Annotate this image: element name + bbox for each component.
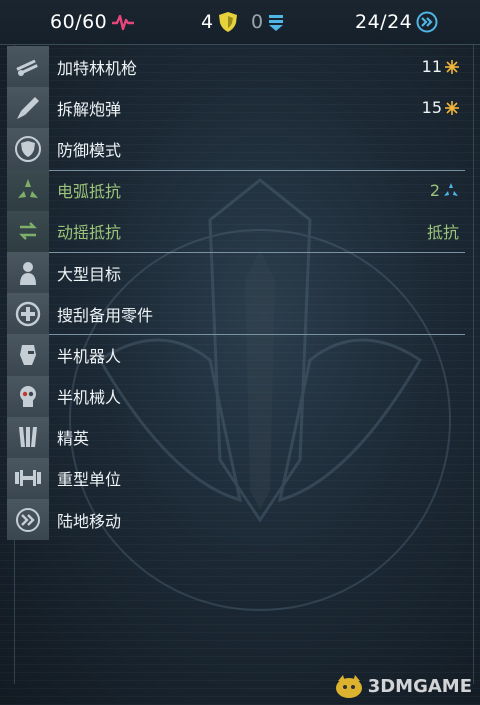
arc-triangle-icon xyxy=(444,183,458,197)
movement-chevron-icon xyxy=(416,11,438,33)
trait-label: 大型目标 xyxy=(57,264,122,284)
watermark-logo-icon xyxy=(335,675,362,698)
trait-row-cyborg[interactable]: 半机器人 xyxy=(7,334,465,376)
health-stat: 60/60 xyxy=(50,9,135,35)
trait-row-elite[interactable]: 精英 xyxy=(7,416,465,458)
shake-resist-icon xyxy=(7,210,49,252)
energy-value: 0 xyxy=(251,11,264,33)
large-target-icon xyxy=(7,251,49,294)
trait-label: 精英 xyxy=(57,429,90,449)
armor-value: 4 xyxy=(201,11,214,33)
trait-value: 抵抗 xyxy=(426,223,459,243)
trait-label: 陆地移动 xyxy=(57,511,122,531)
trait-row-defense-mode[interactable]: 防御模式 xyxy=(7,128,465,170)
cyborg-head-icon xyxy=(7,334,49,376)
trait-row-cyborg-mech[interactable]: 半机械人 xyxy=(7,375,465,417)
defense-shield-icon xyxy=(7,128,49,170)
trait-row-shake-resist[interactable]: 动摇抵抗 抵抗 xyxy=(7,210,465,252)
trait-label: 半机械人 xyxy=(57,388,122,408)
trait-label: 电弧抵抗 xyxy=(57,182,122,202)
energy-bars-icon xyxy=(268,15,283,31)
unit-stats-bar: 60/60 4 0 24/24 xyxy=(0,0,480,45)
trait-value: 11 xyxy=(422,57,459,76)
trait-label: 加特林机枪 xyxy=(57,58,138,78)
movement-stat: 24/24 xyxy=(355,9,438,35)
energy-stat: 0 xyxy=(251,9,284,35)
armor-stat: 4 xyxy=(201,9,238,35)
repair-plus-icon xyxy=(7,293,49,335)
watermark-text: 3DMGAME xyxy=(367,675,472,697)
trait-label: 半机器人 xyxy=(57,346,122,366)
site-watermark: 3DMGAME xyxy=(334,673,472,699)
trait-label: 防御模式 xyxy=(57,140,122,160)
trait-row-scavenge-parts[interactable]: 搜刮备用零件 xyxy=(7,293,465,335)
rocket-shell-icon xyxy=(7,87,49,129)
trait-label: 重型单位 xyxy=(57,470,122,490)
mech-head-icon xyxy=(7,375,49,417)
shield-icon xyxy=(218,12,237,32)
trait-row-land-movement[interactable]: 陆地移动 xyxy=(7,499,465,541)
movement-value: 24/24 xyxy=(355,11,413,33)
land-move-chevron-icon xyxy=(7,499,49,541)
trait-label: 动摇抵抗 xyxy=(57,223,122,243)
trait-value: 2 xyxy=(430,181,459,200)
elite-stripes-icon xyxy=(7,416,49,458)
arc-resist-icon xyxy=(7,169,49,211)
trait-row-large-target[interactable]: 大型目标 xyxy=(7,251,465,294)
trait-row-shells[interactable]: 拆解炮弹 15 xyxy=(7,87,465,129)
heartbeat-icon xyxy=(112,14,135,31)
trait-label: 拆解炮弹 xyxy=(57,99,122,119)
trait-list: 加特林机枪 11 拆解炮弹 15 防御模式 电弧抵抗 2 动摇抵抗 抵抗 大型目… xyxy=(7,46,465,541)
trait-row-heavy-unit[interactable]: 重型单位 xyxy=(7,457,465,500)
trait-value: 15 xyxy=(422,98,459,117)
sun-star-icon xyxy=(445,100,459,115)
trait-row-arc-resist[interactable]: 电弧抵抗 2 xyxy=(7,169,465,211)
trait-row-gatling[interactable]: 加特林机枪 11 xyxy=(7,46,465,88)
trait-label: 搜刮备用零件 xyxy=(57,305,154,325)
sun-star-icon xyxy=(445,59,459,74)
gatling-gun-icon xyxy=(7,46,49,88)
dumbbell-icon xyxy=(7,457,49,500)
health-value: 60/60 xyxy=(50,11,108,33)
